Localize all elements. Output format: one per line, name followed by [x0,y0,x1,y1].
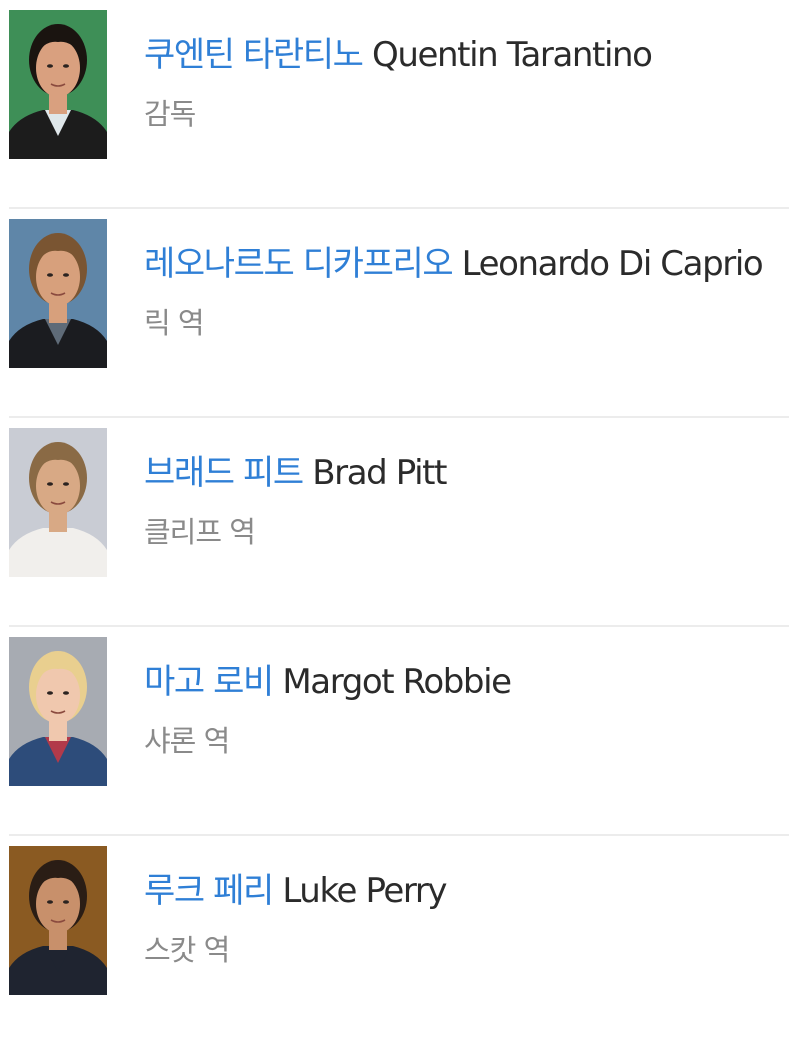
person-role: 클리프 역 [144,515,256,549]
person-portrait-icon [9,637,107,786]
person-portrait-icon [9,219,107,368]
person-portrait-icon [9,428,107,577]
person-name-english: Luke Perry [282,871,447,911]
profile-photo[interactable] [9,637,107,786]
profile-photo[interactable] [9,846,107,995]
cast-item-brad-pitt[interactable]: 브래드 피트 Brad Pitt 클리프 역 [0,418,789,627]
person-name[interactable]: 브래드 피트 Brad Pitt [144,448,447,498]
person-name-korean[interactable]: 레오나르도 디카프리오 [144,244,454,284]
cast-list: 쿠엔틴 타란티노 Quentin Tarantino 감독 레오나르도 디카프리… [0,0,789,1019]
person-name[interactable]: 루크 페리 Luke Perry [144,866,448,916]
person-name-english: Leonardo Di Caprio [461,244,764,284]
person-name[interactable]: 레오나르도 디카프리오 Leonardo Di Caprio [144,239,764,289]
person-name-korean[interactable]: 마고 로비 [144,662,274,702]
person-name-korean[interactable]: 쿠엔틴 타란티노 [144,35,364,75]
profile-photo[interactable] [9,219,107,368]
person-name-korean[interactable]: 루크 페리 [144,871,274,911]
cast-item-quentin-tarantino[interactable]: 쿠엔틴 타란티노 Quentin Tarantino 감독 [0,0,789,209]
person-name-english: Margot Robbie [282,662,512,702]
person-portrait-icon [9,846,107,995]
person-role: 샤론 역 [144,724,230,758]
profile-photo[interactable] [9,428,107,577]
person-name[interactable]: 쿠엔틴 타란티노 Quentin Tarantino [144,30,653,80]
person-role: 감독 [144,97,196,131]
person-name-korean[interactable]: 브래드 피트 [144,453,304,493]
profile-photo[interactable] [9,10,107,159]
person-name-english: Brad Pitt [312,453,447,493]
person-role: 릭 역 [144,306,205,340]
person-portrait-icon [9,10,107,159]
person-name-english: Quentin Tarantino [372,35,653,75]
cast-item-leonardo-dicaprio[interactable]: 레오나르도 디카프리오 Leonardo Di Caprio 릭 역 [0,209,789,418]
person-name[interactable]: 마고 로비 Margot Robbie [144,657,512,707]
person-role: 스캇 역 [144,933,230,967]
cast-item-luke-perry[interactable]: 루크 페리 Luke Perry 스캇 역 [0,836,789,1045]
cast-item-margot-robbie[interactable]: 마고 로비 Margot Robbie 샤론 역 [0,627,789,836]
